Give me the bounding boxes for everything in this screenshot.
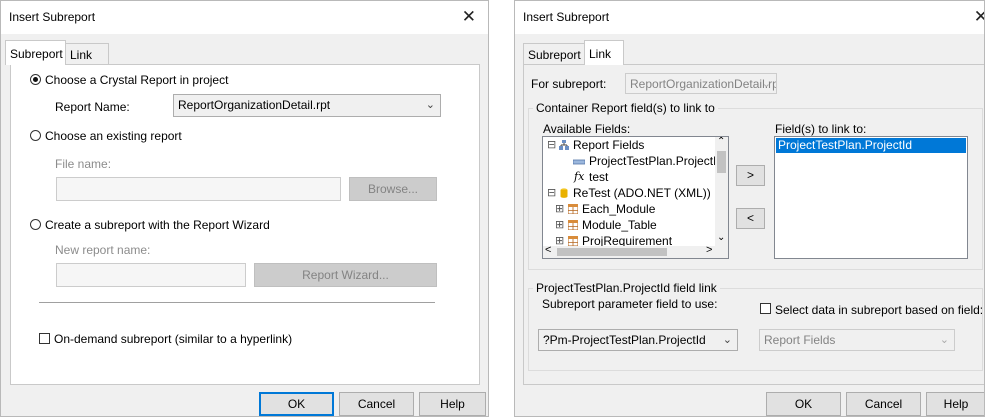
tree-node-parameter[interactable]: ProjectTestPlan.ProjectId [543, 154, 723, 170]
subreport-param-combo[interactable]: ?Pm-ProjectTestPlan.ProjectId ⌄ [538, 329, 738, 351]
scroll-thumb[interactable] [717, 151, 726, 173]
field-link-group-title: ProjectTestPlan.ProjectId field link [533, 281, 720, 295]
select-data-checkbox[interactable] [760, 303, 771, 314]
report-wizard-button[interactable]: Report Wizard... [254, 263, 437, 287]
file-name-input[interactable] [56, 177, 341, 201]
horizontal-scrollbar[interactable]: < > [543, 244, 728, 258]
linked-field-item[interactable]: ProjectTestPlan.ProjectId [776, 138, 966, 153]
title-bar: Insert Subreport ✕ [515, 1, 984, 34]
tree-node-label: ProjectTestPlan.ProjectId [589, 154, 724, 168]
tree-node-label: test [589, 170, 609, 184]
tree-node-label: ReTest (ADO.NET (XML)) [573, 186, 711, 200]
tree-node-report-fields[interactable]: ⊟ Report Fields [543, 138, 713, 154]
tree-node-label: Module_Table [582, 218, 657, 232]
cancel-button[interactable]: Cancel [339, 392, 414, 416]
cancel-button[interactable]: Cancel [846, 392, 921, 416]
create-with-wizard-radio[interactable] [30, 219, 41, 230]
select-data-label: Select data in subreport based on field: [775, 303, 984, 317]
tab-link[interactable]: Link [65, 43, 109, 64]
tree-node-label: Report Fields [573, 138, 645, 152]
on-demand-checkbox[interactable] [39, 333, 50, 344]
on-demand-label: On-demand subreport (similar to a hyperl… [54, 332, 293, 346]
report-fields-icon [559, 140, 569, 150]
close-icon[interactable]: ✕ [462, 8, 476, 25]
choose-crystal-report-radio[interactable] [30, 74, 41, 85]
dialog-title: Insert Subreport [523, 10, 610, 24]
ok-button[interactable]: OK [766, 392, 841, 416]
separator [39, 302, 435, 303]
chevron-down-icon: ⌄ [425, 99, 435, 111]
report-fields-value: Report Fields [764, 333, 836, 347]
available-fields-tree[interactable]: ⊟ Report Fields ProjectTestPlan.ProjectI… [542, 136, 729, 259]
expand-icon[interactable]: ⊞ [555, 218, 564, 231]
tree-node-label: Each_Module [582, 202, 656, 216]
subreport-param-value: ?Pm-ProjectTestPlan.ProjectId [543, 333, 706, 347]
new-report-name-input[interactable] [56, 263, 246, 287]
scroll-left-icon[interactable]: < [545, 244, 551, 256]
tree-node-table[interactable]: ⊞ Module_Table [543, 218, 713, 234]
database-icon [560, 188, 568, 198]
subreport-param-label: Subreport parameter field to use: [542, 297, 718, 311]
add-link-button[interactable]: > [736, 165, 765, 186]
formula-icon: fx [574, 170, 585, 183]
help-button[interactable]: Help [926, 392, 984, 416]
create-with-wizard-label: Create a subreport with the Report Wizar… [45, 218, 270, 232]
chevron-down-icon: ⌄ [939, 334, 949, 346]
ok-button[interactable]: OK [259, 392, 334, 416]
tree-node-formula[interactable]: fx test [543, 170, 713, 186]
choose-crystal-report-label: Choose a Crystal Report in project [45, 73, 229, 87]
subreport-tab-panel: Choose a Crystal Report in project Repor… [10, 64, 480, 385]
tab-subreport[interactable]: Subreport [5, 40, 66, 65]
scroll-thumb[interactable] [557, 248, 667, 256]
for-subreport-combo[interactable]: ReportOrganizationDetail.rp ⌄ [625, 73, 777, 94]
new-report-name-label: New report name: [55, 243, 151, 257]
for-subreport-label: For subreport: [531, 77, 607, 91]
fields-to-link-list[interactable]: ProjectTestPlan.ProjectId [774, 136, 968, 259]
close-icon[interactable]: ✕ [974, 8, 984, 25]
insert-subreport-dialog-left: Insert Subreport ✕ Subreport Link Choose… [0, 0, 489, 417]
table-icon [568, 204, 578, 214]
choose-existing-report-radio[interactable] [30, 130, 41, 141]
available-fields-label: Available Fields: [543, 122, 631, 136]
chevron-down-icon: ⌄ [761, 78, 771, 90]
dialog-title: Insert Subreport [9, 10, 96, 24]
collapse-icon[interactable]: ⊟ [547, 186, 556, 199]
report-name-combo[interactable]: ReportOrganizationDetail.rpt ⌄ [173, 94, 441, 117]
link-tab-panel: For subreport: ReportOrganizationDetail.… [523, 64, 984, 385]
browse-button[interactable]: Browse... [349, 177, 437, 201]
insert-subreport-dialog-right: Insert Subreport ✕ Subreport Link For su… [514, 0, 985, 417]
report-fields-combo[interactable]: Report Fields ⌄ [759, 329, 955, 351]
table-icon [568, 236, 578, 246]
parameter-field-icon [573, 159, 585, 165]
tab-subreport[interactable]: Subreport [523, 43, 585, 64]
scroll-down-icon[interactable]: ⌄ [717, 232, 725, 243]
report-name-label: Report Name: [55, 100, 130, 114]
expand-icon[interactable]: ⊞ [555, 202, 564, 215]
tree-node-datasource[interactable]: ⊟ ReTest (ADO.NET (XML)) [543, 186, 713, 202]
fields-to-link-label: Field(s) to link to: [775, 122, 867, 136]
title-bar: Insert Subreport ✕ [1, 1, 488, 34]
vertical-scrollbar[interactable]: ⌃ ⌄ [715, 137, 728, 246]
remove-link-button[interactable]: < [736, 208, 765, 229]
file-name-label: File name: [55, 157, 112, 171]
choose-existing-report-label: Choose an existing report [45, 129, 182, 143]
help-button[interactable]: Help [419, 392, 486, 416]
tree-node-table[interactable]: ⊞ Each_Module [543, 202, 713, 218]
container-fields-group-title: Container Report field(s) to link to [533, 101, 718, 115]
scroll-right-icon[interactable]: > [706, 244, 712, 256]
report-name-value: ReportOrganizationDetail.rpt [178, 98, 331, 112]
for-subreport-value: ReportOrganizationDetail.rp [630, 77, 777, 91]
collapse-icon[interactable]: ⊟ [547, 138, 556, 151]
scroll-up-icon[interactable]: ⌃ [717, 137, 725, 147]
chevron-down-icon: ⌄ [722, 334, 732, 346]
tab-link[interactable]: Link [584, 40, 624, 65]
table-icon [568, 220, 578, 230]
